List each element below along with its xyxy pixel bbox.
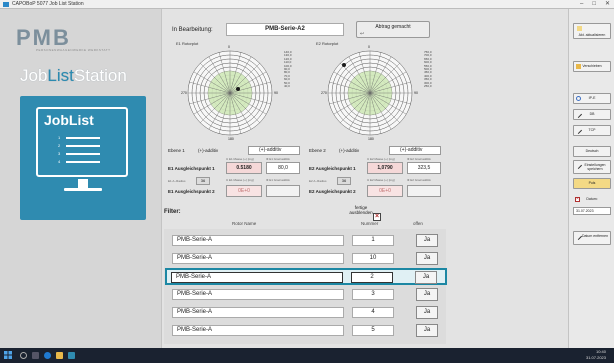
row-number: 3: [352, 289, 394, 300]
edge-icon[interactable]: [44, 352, 51, 359]
in-bearbeitung-label: In Bearbeitung:: [172, 27, 213, 33]
row-open-button[interactable]: Ja: [416, 234, 438, 247]
refresh-icon: [577, 26, 582, 31]
branding-panel: PMB PERSONENWAAGENWERKE WERKSTATT JobLis…: [0, 9, 161, 348]
move-icon: [576, 64, 581, 69]
ebene2-point2-label: E2 Ausgleichspunkt 2: [309, 189, 356, 194]
ebene1-mode: (+)-additiv: [198, 148, 219, 153]
row-name: PMB-Serie-A: [172, 235, 344, 246]
table-row[interactable]: PMB-Serie-A 3 Ja: [168, 287, 442, 302]
row-number: 10: [352, 253, 394, 264]
ebene1-label: Ebene 1: [168, 148, 185, 153]
pmb-logo: PMB PERSONENWAAGENWERKE WERKSTATT: [16, 25, 111, 53]
row-name: PMB-Serie-A: [172, 289, 344, 300]
arrow-icon: ↩: [360, 31, 365, 37]
ebene2-point2-grad[interactable]: [407, 185, 441, 197]
row-open-button[interactable]: Ja: [415, 271, 437, 284]
close-button[interactable]: ✕: [605, 0, 610, 9]
ebene1-point2-mass[interactable]: 0E+0: [226, 185, 262, 197]
taskbar: 10:40 31.07.2023: [0, 348, 614, 363]
datum-toggle[interactable]: × Datum:: [573, 195, 611, 206]
title-bar: CAPOBoP 5077 Job List Station – □ ✕: [0, 0, 614, 9]
ip-button[interactable]: IP-E: [573, 93, 611, 104]
ebene2-label: Ebene 2: [309, 148, 326, 153]
checkbox-x-icon: ×: [575, 196, 580, 202]
maximize-button[interactable]: □: [592, 0, 596, 9]
einstellungen-speichern-button[interactable]: Einstellungen speichern: [573, 160, 611, 174]
joblist-station-title: JobListStation: [20, 66, 127, 85]
app-taskbar-icon[interactable]: [68, 352, 75, 359]
ebene2-mode: (+)-additiv: [339, 148, 360, 153]
column-header-name[interactable]: Rotor Name: [232, 221, 256, 226]
row-open-button[interactable]: Ja: [416, 324, 438, 337]
fertige-ausblenden-checkbox[interactable]: ×: [373, 213, 381, 221]
polar-scale-e1: 140,0 130,0 120,0 110,0 100,0 90,0 80,0 70,0 60,…: [284, 50, 292, 89]
wrench-icon: [574, 126, 583, 135]
app-icon: [3, 2, 9, 7]
ebene2-mode-select[interactable]: (+)-additiv: [389, 146, 441, 155]
task-view-icon[interactable]: [32, 352, 39, 359]
polar-plot-e1: E1 Rotorplot 0 90 180 270 140,0 130,0 12…: [176, 41, 292, 141]
row-number: 2: [351, 272, 393, 283]
system-clock[interactable]: 10:40 31.07.2023: [586, 349, 606, 361]
column-header-number[interactable]: Nummer: [361, 221, 378, 226]
row-number: 1: [352, 235, 394, 246]
ebene1-mode-select[interactable]: (+)-additiv: [248, 146, 300, 155]
ebene2-point1-label: E2 Ausgleichspunkt 1: [309, 166, 356, 171]
window-title: CAPOBoP 5077 Job List Station: [12, 1, 84, 7]
folder-icon[interactable]: [56, 352, 63, 359]
ebene1-radius-field[interactable]: 36: [196, 177, 210, 185]
row-open-button[interactable]: Ja: [416, 306, 438, 319]
minimize-button[interactable]: –: [580, 0, 583, 9]
verschieben-button[interactable]: Verschieben: [573, 61, 611, 72]
ebene1-point2-label: E1 Ausgleichspunkt 2: [168, 189, 215, 194]
table-row[interactable]: PMB-Serie-A 5 Ja: [168, 323, 442, 338]
ebene2-panel: Ebene 2 (+)-additiv (+)-additiv U E2 Mas…: [307, 145, 444, 203]
table-row[interactable]: PMB-Serie-A 1 Ja: [168, 233, 442, 248]
ebene1-point1-grad[interactable]: 80,0: [266, 162, 300, 174]
deutsch-button[interactable]: Deutsch: [573, 146, 611, 157]
ebene2-point1-mass[interactable]: 1,0790: [367, 162, 403, 174]
joblist-icon-title: JobList: [44, 112, 94, 128]
current-serie-field: PMB-Serie-A2: [226, 23, 344, 36]
ebene1-point1-label: E1 Ausgleichspunkt 1: [168, 166, 215, 171]
row-name: PMB-Serie-A: [172, 253, 344, 264]
joblist-monitor-icon: JobList 1 2 3 4: [20, 96, 146, 220]
ebene1-point1-mass[interactable]: 0.5180: [226, 162, 262, 174]
row-name: PMB-Serie-A: [172, 325, 344, 336]
ebene2-point2-mass[interactable]: 0E+0: [367, 185, 403, 197]
row-number: 5: [352, 325, 394, 336]
abtrag-gemacht-button[interactable]: ↩ Abtrag gemacht: [356, 21, 430, 38]
row-open-button[interactable]: Ja: [416, 252, 438, 265]
polar-scale-e2: 750,0 700,0 650,0 600,0 550,0 500,0 450,0 400,0…: [424, 50, 432, 89]
power-icon: [576, 96, 581, 101]
ebene2-point1-grad[interactable]: 323,5: [407, 162, 441, 174]
ebene2-radius-field[interactable]: 36: [337, 177, 351, 185]
datum-entfernen-button[interactable]: Datum entfernen: [573, 231, 611, 245]
wrench-icon: [574, 110, 583, 119]
datum-field[interactable]: 31.07.2023: [573, 207, 611, 215]
right-sidebar: Akt. aktualisieren Verschieben IP-E DB T…: [568, 9, 614, 348]
row-number: 4: [352, 307, 394, 318]
table-row[interactable]: PMB-Serie-A 4 Ja: [168, 305, 442, 320]
row-open-button[interactable]: Ja: [416, 288, 438, 301]
polar-plot-e2: E2 Rotorplot 0 90 180 270 750,0 700,0 65…: [316, 41, 432, 141]
aktualisieren-button[interactable]: Akt. aktualisieren: [573, 23, 611, 39]
main-panel: In Bearbeitung: PMB-Serie-A2 ↩ Abtrag ge…: [161, 9, 568, 348]
filter-label: Filter:: [164, 209, 181, 215]
row-name: PMB-Serie-A: [172, 307, 344, 318]
windows-start-icon[interactable]: [4, 351, 12, 359]
table-row-selected[interactable]: PMB-Serie-A 2 Ja: [165, 268, 447, 285]
ebene1-panel: Ebene 1 (+)-additiv (+)-additiv U E1 Mas…: [166, 145, 303, 203]
tcp-button[interactable]: TCP: [573, 125, 611, 136]
column-header-open[interactable]: offen: [413, 221, 423, 226]
puls-button[interactable]: Puls: [573, 178, 611, 189]
table-row[interactable]: PMB-Serie-A 10 Ja: [168, 251, 442, 266]
row-name: PMB-Serie-A: [171, 272, 343, 283]
rotor-table: PMB-Serie-A 1 Ja PMB-Serie-A 10 Ja PMB-S…: [164, 229, 447, 344]
search-icon[interactable]: [20, 352, 27, 359]
db-button[interactable]: DB: [573, 109, 611, 120]
ebene1-point2-grad[interactable]: [266, 185, 300, 197]
fertige-ausblenden-label: fertige ausblenden: [349, 205, 373, 215]
